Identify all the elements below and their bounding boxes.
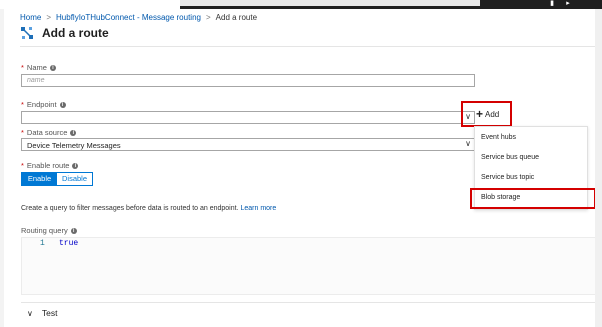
- data-source-label-text: Data source: [26, 128, 68, 137]
- highlight-add-box: [461, 101, 512, 127]
- enable-route-toggle: Enable Disable: [21, 172, 93, 186]
- query-code[interactable]: true: [59, 239, 78, 248]
- data-source-label: * Data source i: [21, 128, 77, 137]
- test-label: Test: [41, 308, 58, 318]
- enable-route-label-text: Enable route: [26, 161, 70, 170]
- required-marker: *: [21, 100, 24, 109]
- shell-icon[interactable]: ▸: [563, 0, 573, 9]
- info-icon[interactable]: i: [49, 64, 56, 71]
- info-icon[interactable]: i: [59, 101, 66, 108]
- enable-route-label: * Enable route i: [21, 161, 79, 170]
- chevron-down-icon[interactable]: ∨: [465, 139, 471, 148]
- route-icon: [21, 27, 33, 39]
- breadcrumb-message-routing[interactable]: HubflyIoTHubConnect - Message routing: [56, 13, 201, 22]
- required-marker: *: [21, 161, 24, 170]
- disable-option[interactable]: Disable: [57, 173, 92, 185]
- menu-item-service-bus-topic[interactable]: Service bus topic: [481, 174, 534, 181]
- breadcrumb: Home > HubflyIoTHubConnect - Message rou…: [20, 12, 257, 22]
- required-marker: *: [21, 128, 24, 137]
- routing-query-label: Routing query i: [21, 226, 77, 235]
- page-title: Add a route: [42, 26, 109, 40]
- menu-item-event-hubs[interactable]: Event hubs: [481, 134, 516, 141]
- data-source-dropdown[interactable]: Device Telemetry Messages ∨: [21, 138, 475, 151]
- vertical-scrollbar[interactable]: [595, 9, 602, 327]
- required-marker: *: [21, 63, 24, 72]
- line-number: 1: [40, 239, 45, 248]
- portal-top-bar: ▮ ▸: [0, 0, 602, 9]
- breadcrumb-separator: >: [205, 12, 211, 22]
- blade-header: Add a route: [20, 24, 109, 42]
- endpoint-dropdown[interactable]: ∨: [21, 111, 475, 124]
- enable-option[interactable]: Enable: [22, 173, 57, 185]
- name-placeholder: name: [27, 77, 45, 84]
- endpoint-label: * Endpoint i: [21, 100, 66, 109]
- info-icon[interactable]: i: [70, 129, 77, 136]
- info-icon[interactable]: i: [72, 162, 79, 169]
- help-text: Create a query to filter messages before…: [21, 205, 239, 212]
- endpoint-label-text: Endpoint: [26, 100, 57, 109]
- name-label: * Name i: [21, 63, 56, 72]
- routing-query-label-text: Routing query: [21, 226, 68, 235]
- query-help-text: Create a query to filter messages before…: [21, 205, 276, 212]
- highlight-blob-storage-box: [470, 188, 596, 209]
- learn-more-link[interactable]: Learn more: [240, 205, 276, 212]
- routing-query-editor[interactable]: 1 true: [21, 237, 596, 295]
- global-search-input[interactable]: [180, 0, 480, 6]
- breadcrumb-current: Add a route: [215, 12, 258, 22]
- menu-item-service-bus-queue[interactable]: Service bus queue: [481, 154, 539, 161]
- chevron-down-icon: ∨: [27, 308, 33, 318]
- notifications-icon[interactable]: ▮: [547, 0, 557, 9]
- left-nav-strip: [0, 9, 4, 327]
- name-label-text: Name: [26, 63, 47, 72]
- name-input[interactable]: name: [21, 74, 475, 87]
- header-divider: [20, 46, 595, 47]
- test-divider: [21, 302, 596, 303]
- breadcrumb-home[interactable]: Home: [20, 13, 41, 22]
- test-section-toggle[interactable]: ∨ Test: [27, 308, 57, 318]
- breadcrumb-separator: >: [46, 12, 52, 22]
- info-icon[interactable]: i: [70, 227, 77, 234]
- data-source-value: Device Telemetry Messages: [27, 141, 121, 150]
